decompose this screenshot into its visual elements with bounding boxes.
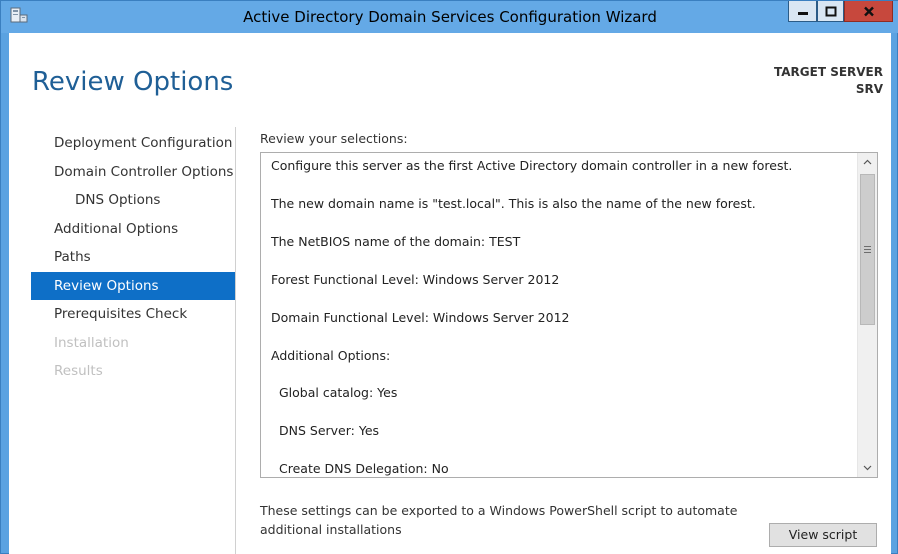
window-title: Active Directory Domain Services Configu… <box>243 8 657 26</box>
scroll-down-button[interactable] <box>858 459 877 477</box>
title-bar[interactable]: Active Directory Domain Services Configu… <box>1 1 898 33</box>
scroll-up-button[interactable] <box>858 153 877 171</box>
review-line: Additional Options: <box>271 348 391 363</box>
review-line: The NetBIOS name of the domain: TEST <box>271 234 521 249</box>
close-icon <box>863 6 874 16</box>
view-script-button[interactable]: View script <box>769 523 877 547</box>
review-line: Forest Functional Level: Windows Server … <box>271 272 560 287</box>
nav-item-deployment-configuration[interactable]: Deployment Configuration <box>31 129 235 158</box>
target-server-info: TARGET SERVER SRV <box>774 64 883 98</box>
review-line: Domain Functional Level: Windows Server … <box>271 310 570 325</box>
export-description: These settings can be exported to a Wind… <box>260 503 738 537</box>
review-selections-label: Review your selections: <box>260 131 408 146</box>
review-line: Create DNS Delegation: No <box>279 461 449 476</box>
nav-item-paths[interactable]: Paths <box>31 243 235 272</box>
nav-item-prerequisites-check[interactable]: Prerequisites Check <box>31 300 235 329</box>
review-line: The new domain name is "test.local". Thi… <box>271 196 756 211</box>
close-button[interactable] <box>844 1 893 22</box>
nav-item-results: Results <box>54 363 103 379</box>
minimize-button[interactable] <box>788 1 817 22</box>
maximize-icon <box>825 6 836 16</box>
target-server-label: TARGET SERVER <box>774 65 883 79</box>
nav-divider <box>235 127 236 554</box>
target-server-name: SRV <box>855 82 883 96</box>
chevron-down-icon <box>863 465 872 471</box>
nav-item-domain-controller-options[interactable]: Domain Controller Options <box>31 158 235 187</box>
nav-item-installation: Installation <box>54 334 129 351</box>
grip-icon <box>864 246 871 255</box>
nav-item-dns-options[interactable]: DNS Options <box>31 186 235 215</box>
minimize-icon <box>797 12 808 15</box>
review-line: Global catalog: Yes <box>279 385 398 400</box>
page-title: Review Options <box>32 67 234 97</box>
vertical-scrollbar[interactable] <box>857 153 877 477</box>
wizard-window: Active Directory Domain Services Configu… <box>0 0 898 554</box>
wizard-nav: Deployment Configuration Domain Controll… <box>31 129 235 386</box>
maximize-button[interactable] <box>817 1 844 22</box>
review-text-box[interactable]: Configure this server as the first Activ… <box>260 152 878 478</box>
chevron-up-icon <box>863 159 872 165</box>
nav-item-review-options[interactable]: Review Options <box>31 271 235 300</box>
wizard-client-area: Review Options TARGET SERVER SRV Deploym… <box>9 33 891 554</box>
scroll-thumb[interactable] <box>860 174 875 325</box>
review-line: Configure this server as the first Activ… <box>271 158 793 173</box>
review-line: DNS Server: Yes <box>279 423 380 438</box>
nav-item-additional-options[interactable]: Additional Options <box>31 215 235 244</box>
